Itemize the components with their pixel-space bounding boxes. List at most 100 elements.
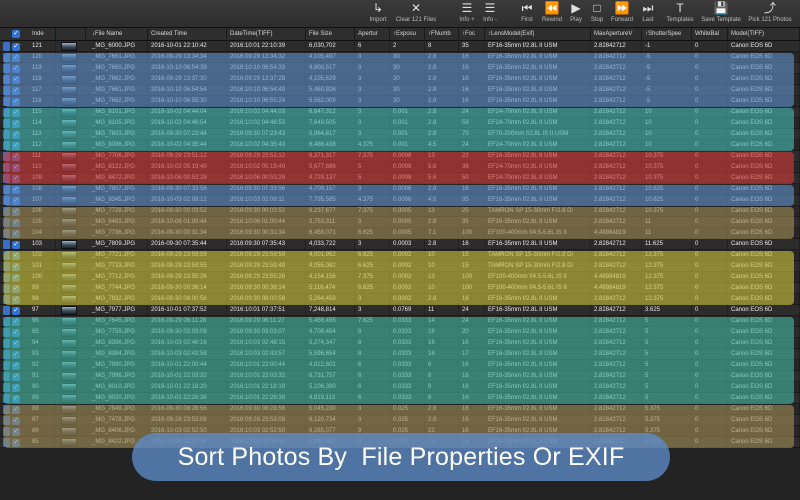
table-row[interactable]: ✓ 110 _MG_8122.JPG 2016-10-02 05:19:40 2016:… xyxy=(0,162,800,173)
table-row[interactable]: ✓ 116 _MG_7662.JPG 2016-10-10 06:55:30 2016:… xyxy=(0,96,800,107)
table-row[interactable]: ✓ 87 _MG_7478.JPG 2016-09-28 23:53:08 2016:0… xyxy=(0,415,800,426)
row-checkbox[interactable]: ✓ xyxy=(12,373,20,381)
table-cell: 3 xyxy=(355,294,390,305)
row-checkbox[interactable]: ✓ xyxy=(12,87,20,95)
toolbar-save-template-button[interactable]: 💾 Save Template xyxy=(699,1,743,27)
table-row[interactable]: ✓ 118 _MG_7662.JPG 2016-09-29 13:37:30 2016:… xyxy=(0,74,800,85)
table-row[interactable]: ✓ 96 _MG_7645.JPG 2016-09-29 06:11:28 2016:0… xyxy=(0,316,800,327)
table-row[interactable]: ✓ 102 _MG_7721.JPG 2016-09-29 23:59:59 2016:… xyxy=(0,250,800,261)
table-row[interactable]: ✓ 115 _MG_8101.JPG 2016-10-02 04:44:04 2016:… xyxy=(0,107,800,118)
toolbar-pick-photos-button[interactable]: ⤴ Pick 121 Photos xyxy=(748,1,792,27)
table-row[interactable]: ✓ 88 _MG_7849.JPG 2016-09-30 08:28:56 2016:0… xyxy=(0,404,800,415)
row-checkbox[interactable]: ✓ xyxy=(12,351,20,359)
table-row[interactable]: ✓ 111 _MG_7706.JPG 2016-09-29 23:51:12 2016:… xyxy=(0,151,800,162)
column-header[interactable]: Inde xyxy=(29,28,56,41)
table-row[interactable]: ✓ 108 _MG_7807.JPG 2016-09-30 07:33:56 2016:… xyxy=(0,184,800,195)
row-checkbox[interactable]: ✓ xyxy=(12,263,20,271)
column-header[interactable]: WhiteBal xyxy=(692,28,728,41)
row-checkbox[interactable]: ✓ xyxy=(12,395,20,403)
column-header[interactable]: ↑ShutterSpee xyxy=(642,28,692,41)
row-checkbox[interactable]: ✓ xyxy=(12,142,20,150)
table-cell: 0 xyxy=(692,195,728,206)
row-checkbox[interactable]: ✓ xyxy=(12,109,20,117)
table-cell: 0 xyxy=(692,74,728,85)
table-row[interactable]: ✓ 107 _MG_8345.JPG 2016-10-03 02:09:12 2016:… xyxy=(0,195,800,206)
column-header[interactable]: Created Time xyxy=(148,28,227,41)
row-checkbox[interactable]: ✓ xyxy=(12,131,20,139)
row-checkbox[interactable]: ✓ xyxy=(12,384,20,392)
row-checkbox[interactable]: ✓ xyxy=(12,362,20,370)
row-checkbox[interactable]: ✓ xyxy=(12,439,20,447)
table-row[interactable]: ✓ 106 _MG_7728.JPG 2016-09-30 00:03:52 2016:… xyxy=(0,206,800,217)
row-checkbox[interactable]: ✓ xyxy=(12,230,20,238)
table-row[interactable]: ✓ 109 _MG_8472.JPG 2016-10-06 00:53:28 2016:… xyxy=(0,173,800,184)
column-header[interactable]: ↓File Name xyxy=(89,28,148,41)
column-header[interactable]: ↑Foc xyxy=(459,28,485,41)
column-header[interactable]: File Size xyxy=(306,28,355,41)
table-row[interactable]: ✓ 93 _MG_8384.JPG 2016-10-03 02:43:58 2016:1… xyxy=(0,349,800,360)
row-checkbox[interactable]: ✓ xyxy=(12,186,20,194)
row-checkbox[interactable]: ✓ xyxy=(12,406,20,414)
table-row[interactable]: ✓ 91 _MG_7996.JPG 2016-10-01 22:03:32 2016:1… xyxy=(0,371,800,382)
table-row[interactable]: ✓ 94 _MG_8396.JPG 2016-10-03 02:48:16 2016:1… xyxy=(0,338,800,349)
row-checkbox[interactable]: ✓ xyxy=(12,120,20,128)
row-checkbox[interactable]: ✓ xyxy=(12,241,20,249)
table-row[interactable]: ✓ 101 _MG_7723.JPG 2016-09-29 23:59:55 2016:… xyxy=(0,261,800,272)
toolbar-templates-button[interactable]: T Templates xyxy=(658,1,702,27)
table-cell: -5 xyxy=(642,74,692,85)
column-header[interactable]: ↑Exposu xyxy=(390,28,425,41)
table-cell: 16 xyxy=(459,294,485,305)
table-row[interactable]: ✓ 105 _MG_8483.JPG 2016-10-06 01:00:44 2016:… xyxy=(0,217,800,228)
table-row[interactable]: ✓ 90 _MG_8010.JPG 2016-10-01 22:18:20 2016:1… xyxy=(0,382,800,393)
table-row[interactable]: ✓ 89 _MG_8020.JPG 2016-10-01 22:26:38 2016:1… xyxy=(0,393,800,404)
row-checkbox[interactable]: ✓ xyxy=(12,417,20,425)
row-checkbox[interactable]: ✓ xyxy=(12,175,20,183)
toolbar: ↳ Import ✕ Clear 121 Files ☰ Info + ☰ Info - ⏮ Fi… xyxy=(0,0,800,28)
row-checkbox[interactable]: ✓ xyxy=(12,329,20,337)
toolbar-clear-files-button[interactable]: ✕ Clear 121 Files xyxy=(394,1,438,27)
row-checkbox[interactable]: ✓ xyxy=(12,164,20,172)
row-checkbox[interactable]: ✓ xyxy=(12,274,20,282)
table-row[interactable]: ✓ 99 _MG_7744.JPG 2016-09-30 00:36:14 2016:0… xyxy=(0,283,800,294)
row-checkbox[interactable]: ✓ xyxy=(12,43,20,51)
row-checkbox[interactable]: ✓ xyxy=(12,197,20,205)
table-row[interactable]: ✓ 97 _MG_7977.JPG 2016-10-01 07:37:52 2016:1… xyxy=(0,305,800,316)
row-checkbox[interactable]: ✓ xyxy=(12,318,20,326)
table-row[interactable]: ✓ 120 _MG_7661.JPG 2016-09-29 13:34:34 2016:… xyxy=(0,52,800,63)
column-header[interactable]: MaxApertureV xyxy=(591,28,642,41)
table-row[interactable]: ✓ 112 _MG_8096.JPG 2016-10-02 04:35:44 2016:… xyxy=(0,140,800,151)
table-row[interactable]: ✓ 95 _MG_7759.JPG 2016-09-30 03:03:08 2016:0… xyxy=(0,327,800,338)
table-cell: EF24-70mm f/2.8L II USM xyxy=(485,140,591,151)
table-row[interactable]: ✓ 100 _MG_7712.JPG 2016-09-29 23:55:26 2016:… xyxy=(0,272,800,283)
row-checkbox[interactable]: ✓ xyxy=(12,219,20,227)
table-row[interactable]: ✓ 121 _MG_6000.JPG 2016-10-01 22:10:42 2016:… xyxy=(0,41,800,52)
row-checkbox[interactable]: ✓ xyxy=(12,285,20,293)
row-checkbox[interactable]: ✓ xyxy=(12,252,20,260)
select-all-checkbox[interactable]: ✓ xyxy=(12,30,20,38)
table-row[interactable]: ✓ 98 _MG_7832.JPG 2016-09-30 08:00:58 2016:0… xyxy=(0,294,800,305)
row-checkbox[interactable]: ✓ xyxy=(12,54,20,62)
table-row[interactable]: ✓ 92 _MG_7990.JPG 2016-10-01 22:00:44 2016:1… xyxy=(0,360,800,371)
row-checkbox[interactable]: ✓ xyxy=(12,208,20,216)
table-row[interactable]: ✓ 117 _MG_7661.JPG 2016-10-10 06:54:54 2016:… xyxy=(0,85,800,96)
table-cell: 120 xyxy=(29,52,56,63)
table-row[interactable]: ✓ 104 _MG_7736.JPG 2016-09-30 00:31:34 2016:… xyxy=(0,228,800,239)
column-header[interactable]: DateTime(TIFF) xyxy=(227,28,306,41)
row-checkbox[interactable]: ✓ xyxy=(12,428,20,436)
table-row[interactable]: ✓ 119 _MG_7660.JPG 2016-10-10 06:54:39 2016:… xyxy=(0,63,800,74)
table-row[interactable]: ✓ 114 _MG_8105.JPG 2016-10-02 04:46:54 2016:… xyxy=(0,118,800,129)
column-header[interactable]: ↑FNumb xyxy=(425,28,459,41)
row-checkbox[interactable]: ✓ xyxy=(12,296,20,304)
table-row[interactable]: ✓ 103 _MG_7809.JPG 2016-09-30 07:35:44 2016:… xyxy=(0,239,800,250)
row-checkbox[interactable]: ✓ xyxy=(12,307,20,315)
row-checkbox[interactable]: ✓ xyxy=(12,340,20,348)
row-checkbox[interactable]: ✓ xyxy=(12,65,20,73)
row-checkbox[interactable]: ✓ xyxy=(12,153,20,161)
row-checkbox[interactable]: ✓ xyxy=(12,76,20,84)
column-header[interactable]: Apertur xyxy=(355,28,390,41)
table-row[interactable]: ✓ 113 _MG_7603.JPG 2016-09-30 07:23:44 2016:… xyxy=(0,129,800,140)
column-header[interactable]: Model(TIFF) xyxy=(728,28,800,41)
column-header[interactable] xyxy=(56,28,86,41)
column-header[interactable]: ↑LensModel(Exif) xyxy=(485,28,591,41)
row-checkbox[interactable]: ✓ xyxy=(12,98,20,106)
